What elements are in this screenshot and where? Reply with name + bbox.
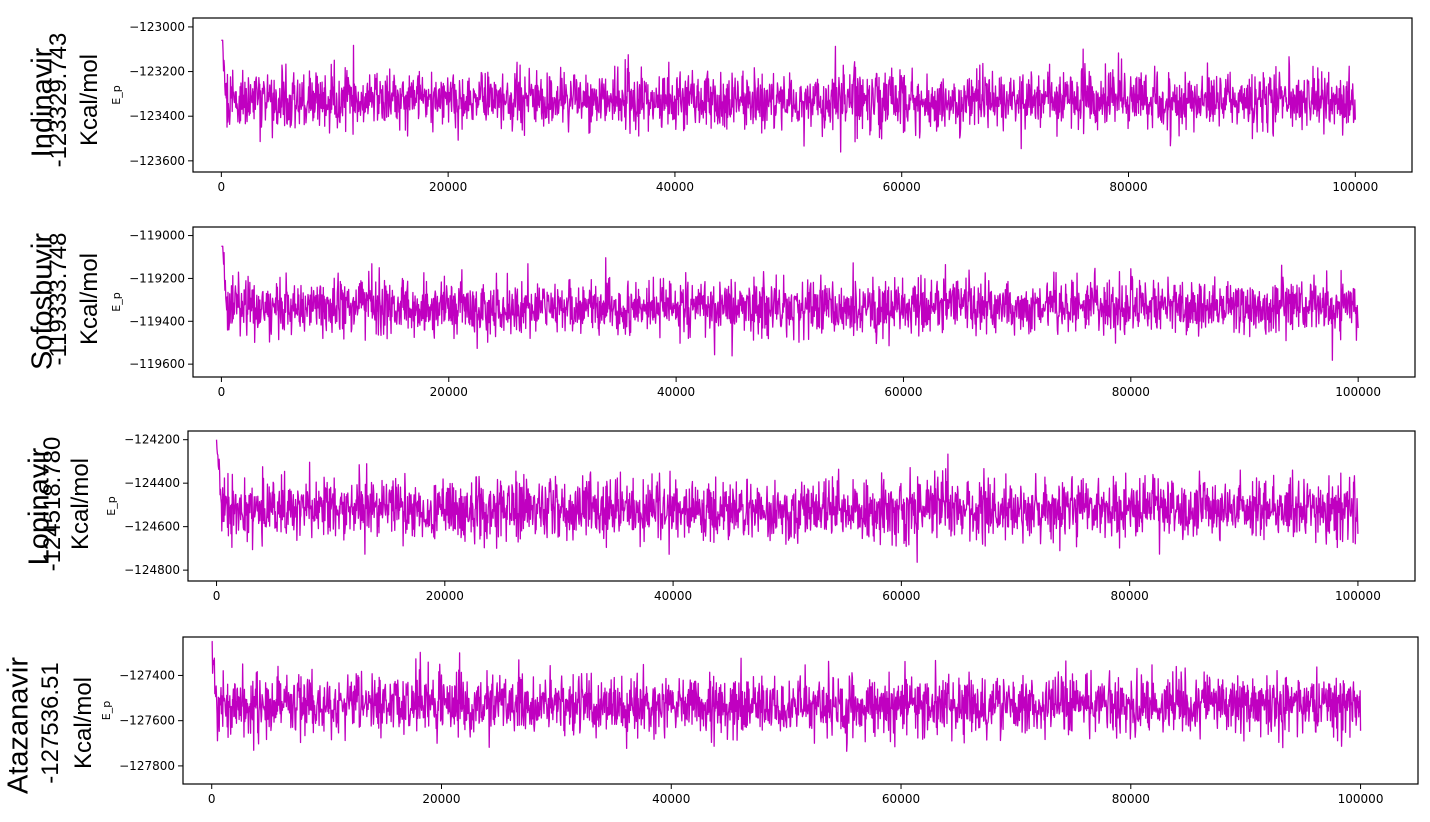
x-tick-label: 20000 xyxy=(429,180,467,194)
y-tick-label: −119600 xyxy=(129,357,185,371)
x-tick-label: 20000 xyxy=(430,385,468,399)
x-tick-label: 40000 xyxy=(656,180,694,194)
x-tick-label: 80000 xyxy=(1111,589,1149,603)
x-tick-label: 80000 xyxy=(1112,385,1150,399)
y-axis-label: E_p xyxy=(110,292,123,311)
energy-series-line xyxy=(215,439,1359,563)
y-tick-label: −127600 xyxy=(119,714,175,728)
energy-series-line xyxy=(221,245,1359,361)
y-tick-label: −123200 xyxy=(129,65,185,79)
line-plot-indinavir: 0 20000 40000 60000 80000 100000 −123000 −12320… xyxy=(110,17,1413,194)
y-tick-label: −124200 xyxy=(124,433,180,447)
x-tick-label: 0 xyxy=(208,792,216,806)
energy-series-line xyxy=(211,640,1362,752)
x-tick-label: 60000 xyxy=(884,385,922,399)
x-tick-label: 100000 xyxy=(1335,589,1381,603)
chart-panel-sofosbuvir: Sofosbuvir -119333.748 Kcal/mol 0 20000 40… xyxy=(0,205,1430,410)
y-tick-label: −124800 xyxy=(124,563,180,577)
x-tick-label: 0 xyxy=(218,180,226,194)
x-tick-label: 60000 xyxy=(882,792,920,806)
y-tick-label: −119000 xyxy=(129,229,185,243)
chart-panel-indinavir: Indinavir -123329.743 Kcal/mol 0 20000 400… xyxy=(0,0,1430,205)
x-tick-label: 100000 xyxy=(1335,385,1381,399)
energy-series-line xyxy=(221,39,1356,153)
x-tick-label: 80000 xyxy=(1109,180,1147,194)
x-tick-label: 40000 xyxy=(652,792,690,806)
y-axis-label: E_p xyxy=(105,496,118,515)
line-plot-atazanavir: 0 20000 40000 60000 80000 100000 −127400 −12760… xyxy=(100,636,1419,806)
x-tick-label: 60000 xyxy=(882,589,920,603)
x-tick-label: 60000 xyxy=(883,180,921,194)
y-tick-label: −123400 xyxy=(129,109,185,123)
y-axis-label: E_p xyxy=(100,701,113,720)
y-axis-label: E_p xyxy=(110,85,123,104)
x-tick-label: 20000 xyxy=(422,792,460,806)
y-tick-label: −124400 xyxy=(124,476,180,490)
y-tick-label: −124600 xyxy=(124,520,180,534)
y-tick-label: −127800 xyxy=(119,759,175,773)
chart-panel-atazanavir: Atazanavir -127536.51 Kcal/mol 0 20000 400… xyxy=(0,615,1430,822)
x-tick-label: 80000 xyxy=(1112,792,1150,806)
x-tick-label: 40000 xyxy=(654,589,692,603)
y-tick-label: −123000 xyxy=(129,20,185,34)
y-tick-label: −119400 xyxy=(129,314,185,328)
x-tick-label: 40000 xyxy=(657,385,695,399)
x-tick-label: 20000 xyxy=(426,589,464,603)
y-tick-label: −127400 xyxy=(119,668,175,682)
x-tick-label: 0 xyxy=(213,589,221,603)
x-tick-label: 100000 xyxy=(1338,792,1384,806)
y-tick-label: −119200 xyxy=(129,271,185,285)
chart-panel-lopinavir: Lopinavir -124518.780 Kcal/mol 0 20000 400… xyxy=(0,410,1430,615)
x-tick-label: 0 xyxy=(218,385,226,399)
x-tick-label: 100000 xyxy=(1332,180,1378,194)
line-plot-lopinavir: 0 20000 40000 60000 80000 100000 −124200 −12440… xyxy=(105,430,1416,603)
line-plot-sofosbuvir: 0 20000 40000 60000 80000 100000 −119000 −11920… xyxy=(110,226,1416,399)
y-tick-label: −123600 xyxy=(129,154,185,168)
